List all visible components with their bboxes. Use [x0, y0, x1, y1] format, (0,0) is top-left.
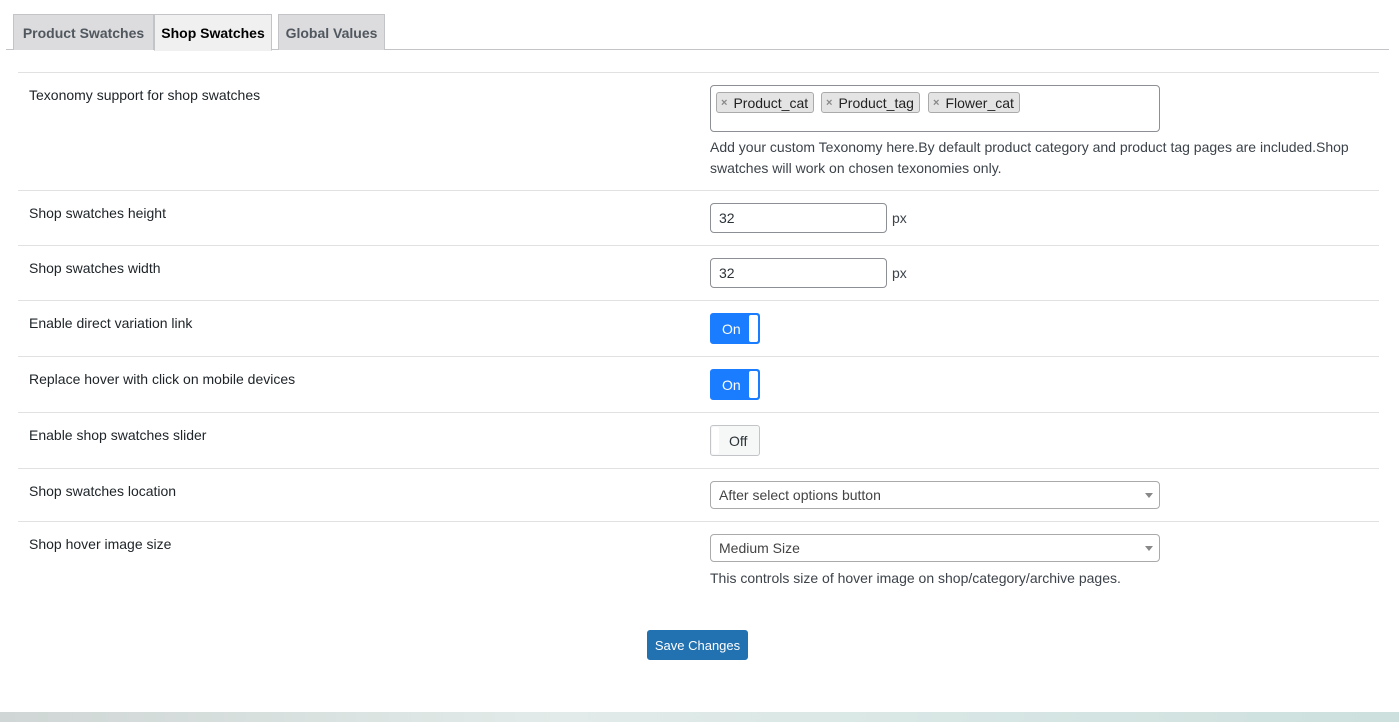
hover-size-label: Shop hover image size [29, 536, 172, 552]
width-row: Shop swatches width px [18, 245, 1379, 300]
taxonomy-multiselect[interactable]: × Product_cat × Product_tag × Flower_cat [710, 85, 1160, 132]
taskbar-strip [0, 712, 1399, 722]
toggle-knob [749, 371, 758, 398]
toggle-knob [712, 427, 719, 454]
chevron-down-icon [1145, 493, 1153, 498]
direct-link-row: Enable direct variation link On [18, 300, 1379, 356]
slider-label: Enable shop swatches slider [29, 427, 207, 443]
tab-product-swatches[interactable]: Product Swatches [13, 14, 154, 50]
taxonomy-row: Texonomy support for shop swatches × Pro… [18, 72, 1379, 190]
height-unit: px [892, 210, 907, 226]
remove-tag-icon[interactable]: × [721, 97, 727, 109]
taxonomy-tag-label: Flower_cat [945, 94, 1014, 111]
width-unit: px [892, 265, 907, 281]
direct-link-label: Enable direct variation link [29, 315, 193, 331]
taxonomy-description: Add your custom Texonomy here.By default… [710, 139, 1349, 176]
hover-size-row: Shop hover image size Medium Size This c… [18, 521, 1379, 601]
taxonomy-label: Texonomy support for shop swatches [29, 87, 261, 103]
taxonomy-tag[interactable]: × Product_cat [716, 92, 815, 113]
hover-size-selected: Medium Size [719, 540, 800, 556]
location-selected: After select options button [719, 487, 881, 503]
toggle-state: Off [729, 433, 748, 449]
slider-toggle[interactable]: Off [710, 425, 760, 456]
settings-tabs: Product Swatches Shop Swatches Global Va… [6, 14, 1389, 51]
direct-link-toggle[interactable]: On [710, 313, 760, 344]
slider-row: Enable shop swatches slider Off [18, 412, 1379, 468]
remove-tag-icon[interactable]: × [826, 97, 832, 109]
hover-click-toggle[interactable]: On [710, 369, 760, 400]
height-label: Shop swatches height [29, 205, 166, 221]
height-input[interactable] [710, 203, 887, 233]
location-label: Shop swatches location [29, 483, 177, 499]
toggle-knob [749, 315, 758, 342]
hover-click-label: Replace hover with click on mobile devic… [29, 371, 296, 387]
taxonomy-tag[interactable]: × Product_tag [821, 92, 920, 113]
tab-shop-swatches[interactable]: Shop Swatches [154, 14, 272, 51]
taxonomy-tag-label: Product_cat [733, 94, 809, 111]
hover-size-select[interactable]: Medium Size [710, 534, 1160, 562]
location-select[interactable]: After select options button [710, 481, 1160, 509]
height-row: Shop swatches height px [18, 190, 1379, 245]
tab-global-values[interactable]: Global Values [278, 14, 385, 50]
hover-size-description: This controls size of hover image on sho… [710, 570, 1121, 586]
save-changes-button[interactable]: Save Changes [647, 630, 748, 660]
location-row: Shop swatches location After select opti… [18, 468, 1379, 521]
taxonomy-tag-label: Product_tag [838, 94, 914, 111]
taxonomy-tag[interactable]: × Flower_cat [928, 92, 1020, 113]
width-input[interactable] [710, 258, 887, 288]
remove-tag-icon[interactable]: × [933, 97, 939, 109]
toggle-state: On [722, 377, 741, 393]
width-label: Shop swatches width [29, 260, 161, 276]
chevron-down-icon [1145, 546, 1153, 551]
hover-click-row: Replace hover with click on mobile devic… [18, 356, 1379, 412]
toggle-state: On [722, 321, 741, 337]
